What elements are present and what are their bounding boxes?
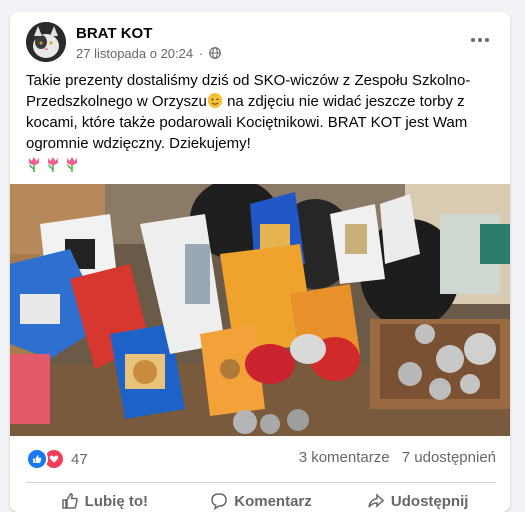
- comment-button[interactable]: Komentarz: [183, 486, 340, 512]
- engagement-counts: 3 komentarze 7 udostępnień: [291, 449, 496, 466]
- comments-count-link[interactable]: 3 komentarze: [299, 449, 390, 466]
- tulip-emoji-row: [26, 155, 80, 173]
- avatar[interactable]: [26, 22, 66, 62]
- wink-emoji: [207, 93, 222, 108]
- post-header: BRAT KOT 27 listopada o 20:24 ·: [26, 22, 496, 64]
- shares-count-link[interactable]: 7 udostępnień: [402, 449, 496, 466]
- reaction-count: 47: [71, 450, 88, 468]
- post-card: BRAT KOT 27 listopada o 20:24 · Takie pr…: [10, 12, 510, 512]
- tulip-emoji: [29, 157, 39, 172]
- globe-icon[interactable]: [208, 47, 221, 59]
- post-text: Takie prezenty dostaliśmy dziś od SKO-wi…: [26, 70, 496, 154]
- meta-separator: ·: [198, 46, 204, 61]
- share-button[interactable]: Udostępnij: [339, 486, 496, 512]
- post-stats: 47 3 komentarze 7 udostępnień: [26, 446, 496, 470]
- post-timestamp[interactable]: 27 listopada o 20:24: [76, 46, 193, 61]
- tulip-emoji: [67, 157, 77, 172]
- like-label: Lubię to!: [84, 492, 148, 510]
- reactions-summary[interactable]: 47: [26, 448, 88, 470]
- post-actions: Lubię to! Komentarz Udostępnij: [26, 486, 496, 512]
- comment-label: Komentarz: [234, 492, 312, 510]
- author-name[interactable]: BRAT KOT: [76, 25, 152, 42]
- tulip-emoji: [48, 157, 58, 172]
- divider: [26, 482, 496, 483]
- post-photo[interactable]: [10, 179, 510, 436]
- like-reaction-icon: [26, 448, 48, 470]
- share-label: Udostępnij: [390, 492, 469, 510]
- like-button[interactable]: Lubię to!: [26, 486, 183, 512]
- post-meta: 27 listopada o 20:24 ·: [76, 46, 221, 61]
- more-options-icon[interactable]: [464, 26, 496, 54]
